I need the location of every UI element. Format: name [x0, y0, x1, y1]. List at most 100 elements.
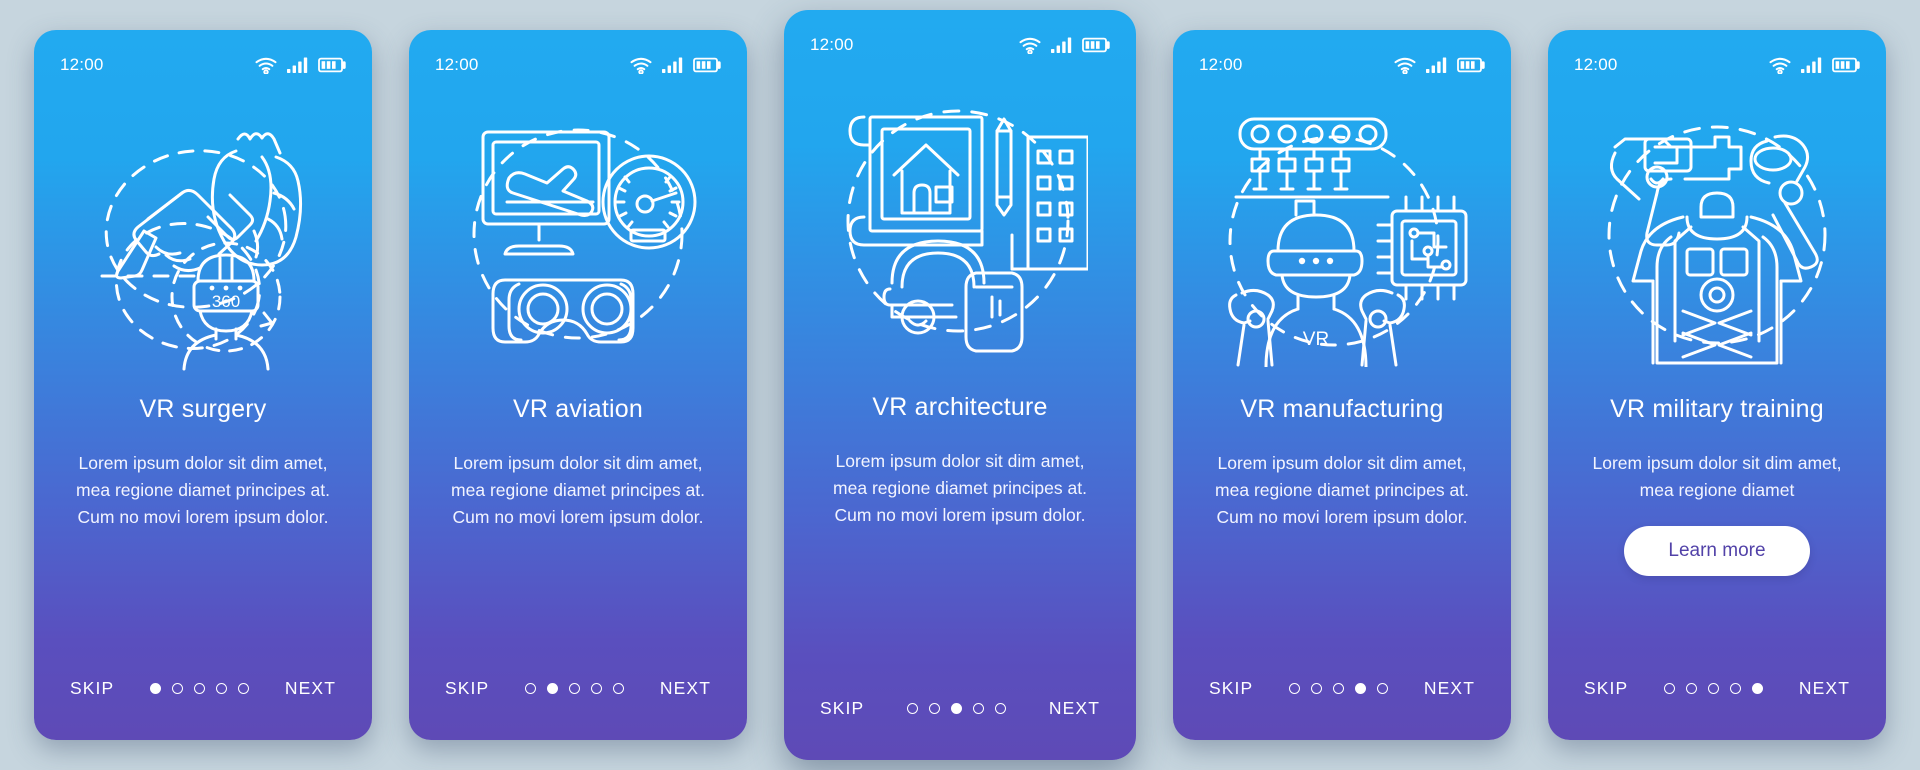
- pagination-dot-4[interactable]: [216, 682, 228, 694]
- pagination-dot-2[interactable]: [929, 702, 941, 714]
- pagination-dot-3[interactable]: [569, 682, 581, 694]
- status-bar-icons: [1769, 57, 1860, 74]
- status-bar-icons: [1394, 57, 1485, 74]
- pagination-dot-1[interactable]: [525, 682, 537, 694]
- pagination-dot-4[interactable]: [591, 682, 603, 694]
- onboarding-card-vr-military-training: 12:00 VR military training Lorem ipsum d…: [1548, 30, 1886, 740]
- card-footer: SKIP NEXT: [34, 636, 372, 740]
- wifi-icon: [630, 57, 652, 74]
- status-bar-clock: 12:00: [1199, 55, 1243, 74]
- card-body-text: Lorem ipsum dolor sit dim amet, mea regi…: [1592, 453, 1842, 501]
- pagination-dot-3[interactable]: [951, 702, 963, 714]
- pagination-dot-1[interactable]: [1664, 682, 1676, 694]
- skip-button[interactable]: SKIP: [443, 672, 491, 705]
- pagination-dot-5[interactable]: [613, 682, 625, 694]
- next-button[interactable]: NEXT: [1422, 672, 1477, 705]
- battery-icon: [1082, 37, 1110, 53]
- onboarding-card-vr-architecture: 12:00 VR architecture Lorem ipsum dolor …: [784, 10, 1136, 760]
- pagination-dot-4[interactable]: [1730, 682, 1742, 694]
- card-text-block: VR aviation Lorem ipsum dolor sit dim ame…: [409, 386, 747, 636]
- status-bar: 12:00: [409, 30, 747, 86]
- card-text-block: VR surgery Lorem ipsum dolor sit dim amet…: [34, 386, 372, 636]
- skip-button[interactable]: SKIP: [1207, 672, 1255, 705]
- next-button[interactable]: NEXT: [283, 672, 338, 705]
- vr-aviation-illustration: [409, 86, 747, 386]
- onboarding-card-vr-aviation: 12:00 VR aviation Lorem ipsum dolor sit …: [409, 30, 747, 740]
- pagination-dots: [1664, 682, 1764, 694]
- battery-icon: [1832, 57, 1860, 73]
- battery-icon: [1457, 57, 1485, 73]
- status-bar: 12:00: [1173, 30, 1511, 86]
- card-text-block: VR military training Lorem ipsum dolor si…: [1548, 386, 1886, 636]
- card-title: VR military training: [1610, 395, 1824, 423]
- card-footer: SKIP NEXT: [409, 636, 747, 740]
- status-bar-clock: 12:00: [810, 35, 854, 54]
- signal-bars-icon: [1426, 57, 1447, 73]
- signal-bars-icon: [662, 57, 683, 73]
- vr-military-training-illustration: [1548, 86, 1886, 386]
- status-bar-clock: 12:00: [60, 55, 104, 74]
- status-bar: 12:00: [34, 30, 372, 86]
- vr-manufacturing-illustration: VR: [1173, 86, 1511, 386]
- pagination-dot-5[interactable]: [995, 702, 1007, 714]
- wifi-icon: [1019, 37, 1041, 54]
- pagination-dots: [907, 702, 1007, 714]
- onboarding-screens-stage: 12:00 360 VR surgery Lorem ipsum dolor s…: [0, 0, 1920, 770]
- svg-text:VR: VR: [1303, 329, 1329, 350]
- pagination-dots: [150, 682, 250, 694]
- card-title: VR aviation: [512, 395, 644, 423]
- pagination-dot-3[interactable]: [1708, 682, 1720, 694]
- pagination-dot-4[interactable]: [1355, 682, 1367, 694]
- card-body-text: Lorem ipsum dolor sit dim amet, mea regi…: [451, 453, 705, 528]
- pagination-dots: [525, 682, 625, 694]
- card-footer: SKIP NEXT: [1548, 636, 1886, 740]
- pagination-dot-2[interactable]: [172, 682, 184, 694]
- card-footer: SKIP NEXT: [1173, 636, 1511, 740]
- wifi-icon: [255, 57, 277, 74]
- pagination-dot-5[interactable]: [238, 682, 250, 694]
- card-text-block: VR architecture Lorem ipsum dolor sit dim…: [784, 384, 1136, 656]
- pagination-dot-5[interactable]: [1377, 682, 1389, 694]
- learn-more-button[interactable]: Learn more: [1624, 526, 1810, 577]
- pagination-dot-5[interactable]: [1752, 682, 1764, 694]
- status-bar-clock: 12:00: [435, 55, 479, 74]
- signal-bars-icon: [287, 57, 308, 73]
- skip-button[interactable]: SKIP: [68, 672, 116, 705]
- next-button[interactable]: NEXT: [1797, 672, 1852, 705]
- pagination-dot-3[interactable]: [194, 682, 206, 694]
- onboarding-card-vr-manufacturing: 12:00 VR VR manufacturing Lorem ipsum do…: [1173, 30, 1511, 740]
- card-title: VR surgery: [139, 395, 267, 423]
- pagination-dot-3[interactable]: [1333, 682, 1345, 694]
- card-body-text: Lorem ipsum dolor sit dim amet, mea regi…: [1215, 453, 1469, 528]
- status-bar-clock: 12:00: [1574, 55, 1618, 74]
- pagination-dot-2[interactable]: [1686, 682, 1698, 694]
- signal-bars-icon: [1801, 57, 1822, 73]
- card-text-block: VR manufacturing Lorem ipsum dolor sit di…: [1173, 386, 1511, 636]
- card-title: VR manufacturing: [1240, 395, 1444, 423]
- pagination-dot-1[interactable]: [150, 682, 162, 694]
- status-bar-icons: [255, 57, 346, 74]
- card-body-text: Lorem ipsum dolor sit dim amet, mea regi…: [833, 451, 1087, 526]
- status-bar: 12:00: [1548, 30, 1886, 86]
- onboarding-card-vr-surgery: 12:00 360 VR surgery Lorem ipsum dolor s…: [34, 30, 372, 740]
- pagination-dot-2[interactable]: [1311, 682, 1323, 694]
- svg-text:360: 360: [212, 292, 240, 311]
- skip-button[interactable]: SKIP: [818, 692, 866, 725]
- next-button[interactable]: NEXT: [658, 672, 713, 705]
- card-footer: SKIP NEXT: [784, 656, 1136, 760]
- pagination-dot-1[interactable]: [907, 702, 919, 714]
- pagination-dot-4[interactable]: [973, 702, 985, 714]
- next-button[interactable]: NEXT: [1047, 692, 1102, 725]
- skip-button[interactable]: SKIP: [1582, 672, 1630, 705]
- status-bar-icons: [630, 57, 721, 74]
- pagination-dot-1[interactable]: [1289, 682, 1301, 694]
- vr-surgery-illustration: 360: [34, 86, 372, 386]
- wifi-icon: [1769, 57, 1791, 74]
- vr-architecture-illustration: [784, 66, 1136, 384]
- signal-bars-icon: [1051, 37, 1072, 53]
- card-title: VR architecture: [872, 393, 1048, 421]
- pagination-dot-2[interactable]: [547, 682, 559, 694]
- pagination-dots: [1289, 682, 1389, 694]
- wifi-icon: [1394, 57, 1416, 74]
- status-bar-icons: [1019, 37, 1110, 54]
